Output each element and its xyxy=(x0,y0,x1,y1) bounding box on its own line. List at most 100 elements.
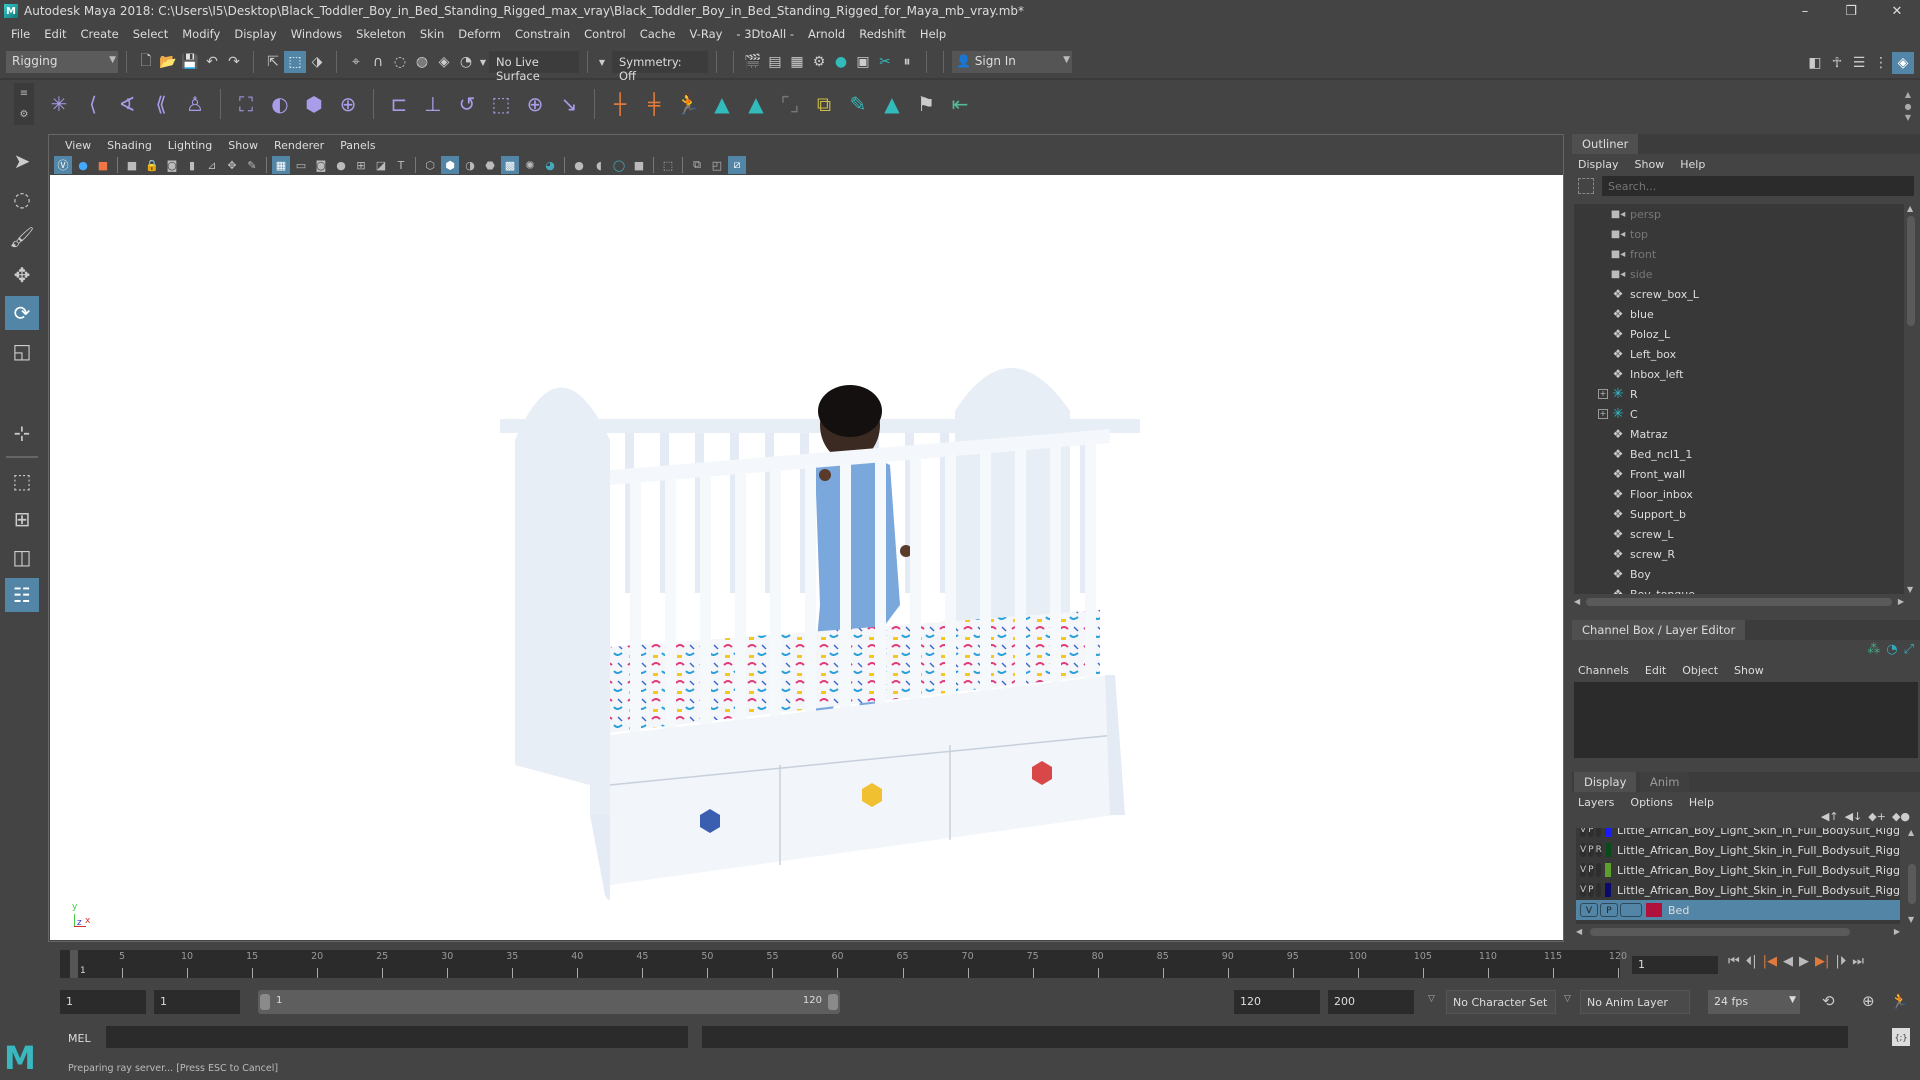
new-layer-selected-icon[interactable]: ◆● xyxy=(1892,810,1910,823)
animation-preferences-icon[interactable]: 🏃 xyxy=(1890,992,1909,1010)
viewport-sphere-icon[interactable]: ● xyxy=(74,156,92,174)
outliner-menu-help[interactable]: Help xyxy=(1680,158,1713,171)
scroll-down-icon[interactable]: ▼ xyxy=(1908,915,1914,924)
play-forwards-icon[interactable]: ▶ xyxy=(1799,954,1809,969)
layer-row[interactable]: V P R Little_African_Boy_Light_Skin_in_Full… xyxy=(1576,840,1900,860)
redo-icon[interactable]: ↷ xyxy=(223,51,245,73)
scale-tool-icon[interactable]: ◱ xyxy=(5,334,39,368)
viewport-menu-lighting[interactable]: Lighting xyxy=(160,139,220,152)
menu-modify[interactable]: Modify xyxy=(175,27,227,41)
object-menu[interactable]: Object xyxy=(1682,664,1726,677)
tool-settings-icon[interactable]: ⋮ xyxy=(1870,52,1892,74)
snap-view-plane-icon[interactable]: ◍ xyxy=(411,51,433,73)
safe-title-icon[interactable]: T xyxy=(392,156,410,174)
channel-box-area[interactable] xyxy=(1574,682,1918,758)
grid-icon[interactable]: ▦ xyxy=(272,156,290,174)
shelf-tab-menu[interactable]: ≡ ⚙ xyxy=(14,83,34,125)
step-forward-frame-icon[interactable]: |⏵ xyxy=(1835,954,1846,969)
paint-weights-icon[interactable]: ◐ xyxy=(265,89,295,119)
snap-grid-icon[interactable]: ⌖ xyxy=(345,51,367,73)
menu-file[interactable]: File xyxy=(4,27,37,41)
scroll-thumb[interactable] xyxy=(1908,864,1916,904)
new-scene-icon[interactable]: 🗋 xyxy=(135,51,157,73)
restore-button[interactable]: ❐ xyxy=(1828,0,1874,22)
channel-box-tab[interactable]: Channel Box / Layer Editor xyxy=(1572,620,1746,640)
scroll-left-icon[interactable]: ◀ xyxy=(1576,927,1582,936)
menu-constrain[interactable]: Constrain xyxy=(508,27,577,41)
layer-playback-toggle[interactable]: P xyxy=(1588,843,1594,857)
layer-visibility-toggle[interactable]: V xyxy=(1580,883,1587,897)
mel-language-toggle[interactable]: MEL xyxy=(68,1032,91,1045)
ipr-render-icon[interactable]: ▦ xyxy=(786,51,808,73)
chevron-down-icon[interactable]: ▼ xyxy=(477,51,489,73)
two-d-pan-zoom-icon[interactable]: ✥ xyxy=(223,156,241,174)
outliner-vertical-scrollbar[interactable]: ▲ ▼ xyxy=(1906,204,1916,594)
outliner-item[interactable]: ■◂ side xyxy=(1574,264,1904,284)
live-surface-field[interactable]: No Live Surface xyxy=(489,51,579,83)
animation-start-field[interactable]: 1 xyxy=(60,990,146,1014)
single-perspective-layout-icon[interactable]: ⬚ xyxy=(5,464,39,498)
step-back-key-icon[interactable]: |◀ xyxy=(1763,954,1777,969)
menu-redshift[interactable]: Redshift xyxy=(852,27,913,41)
snap-point-icon[interactable]: ◌ xyxy=(389,51,411,73)
safe-action-icon[interactable]: ◪ xyxy=(372,156,390,174)
use-all-lights-icon[interactable]: ✺ xyxy=(521,156,539,174)
camera-bookmark-icon[interactable]: ◙ xyxy=(163,156,181,174)
xray-joints-icon[interactable]: ◰ xyxy=(708,156,726,174)
anim-layer-dropdown[interactable]: No Anim Layer xyxy=(1580,990,1690,1014)
select-by-hierarchy-icon[interactable]: ⇱ xyxy=(262,51,284,73)
layer-visibility-toggle[interactable]: V xyxy=(1580,903,1598,917)
outliner-search-input[interactable] xyxy=(1602,176,1914,196)
outliner-menu-show[interactable]: Show xyxy=(1635,158,1673,171)
viewport-menu-show[interactable]: Show xyxy=(220,139,266,152)
pole-vector-icon[interactable]: ↘ xyxy=(554,89,584,119)
go-to-start-icon[interactable]: ⏮ xyxy=(1728,954,1740,969)
shadows-icon[interactable]: ◕ xyxy=(541,156,559,174)
help-menu[interactable]: Help xyxy=(1689,796,1722,809)
minimize-button[interactable]: – xyxy=(1782,0,1828,22)
menuset-dropdown[interactable]: Rigging ▼ xyxy=(6,51,118,73)
xray-icon[interactable]: ⧉ xyxy=(688,156,706,174)
bookmark-icon[interactable]: ▮ xyxy=(183,156,201,174)
layer-row[interactable]: V P Little_African_Boy_Light_Skin_in_Full_… xyxy=(1576,860,1900,880)
film-gate-icon[interactable]: ▭ xyxy=(292,156,310,174)
outliner-menu-display[interactable]: Display xyxy=(1578,158,1627,171)
menu-create[interactable]: Create xyxy=(74,27,126,41)
tab-display[interactable]: Display xyxy=(1574,772,1637,792)
layer-row[interactable]: V P Little_African_Boy_Light_Skin_in_Full_… xyxy=(1576,828,1900,840)
bind-skin-icon[interactable]: ⛶ xyxy=(231,89,261,119)
manipulator-icon[interactable]: ⁂ xyxy=(1867,642,1880,657)
scroll-thumb[interactable] xyxy=(1590,928,1850,936)
scroll-right-icon[interactable]: ▶ xyxy=(1894,927,1900,936)
animation-end-field[interactable]: 200 xyxy=(1328,990,1414,1014)
tab-anim[interactable]: Anim xyxy=(1639,772,1690,792)
menu-deform[interactable]: Deform xyxy=(451,27,508,41)
layer-reference-toggle[interactable] xyxy=(1620,903,1642,917)
select-by-object-icon[interactable]: ⬚ xyxy=(284,51,306,73)
scroll-thumb[interactable] xyxy=(1586,598,1892,606)
viewport-menu-view[interactable]: View xyxy=(57,139,99,152)
menu-windows[interactable]: Windows xyxy=(284,27,349,41)
wireframe-on-shaded-icon[interactable]: ⬣ xyxy=(481,156,499,174)
scroll-up-icon[interactable]: ▲ xyxy=(1908,828,1914,837)
menu-cache[interactable]: Cache xyxy=(633,27,683,41)
menu-skin[interactable]: Skin xyxy=(413,27,451,41)
show-menu[interactable]: Show xyxy=(1734,664,1772,677)
isolate-select-icon[interactable]: ⬚ xyxy=(659,156,677,174)
move-tool-icon[interactable]: ✥ xyxy=(5,258,39,292)
layer-playback-toggle[interactable]: P xyxy=(1588,828,1594,837)
aim-constraint-icon[interactable]: ⊕ xyxy=(520,89,550,119)
shelf-scrollbar[interactable]: ▲ ● ▼ xyxy=(1902,90,1914,122)
scroll-left-icon[interactable]: ◀ xyxy=(1574,597,1580,606)
outliner-item[interactable]: ■◂ persp xyxy=(1574,204,1904,224)
lock-camera-icon[interactable]: 🔒 xyxy=(143,156,161,174)
3d-viewport[interactable]: y z x xyxy=(50,175,1563,940)
current-frame-field[interactable]: 1 xyxy=(1632,956,1718,974)
select-by-component-icon[interactable]: ⬗ xyxy=(306,51,328,73)
anti-aliasing-icon[interactable]: ◯ xyxy=(610,156,628,174)
layer-reference-toggle[interactable] xyxy=(1595,863,1601,877)
layer-color-swatch[interactable] xyxy=(1604,883,1612,897)
snap-curve-icon[interactable]: ∩ xyxy=(367,51,389,73)
scroll-thumb[interactable] xyxy=(1907,216,1915,326)
rotate-tool-icon[interactable]: ⟳ xyxy=(5,296,39,330)
